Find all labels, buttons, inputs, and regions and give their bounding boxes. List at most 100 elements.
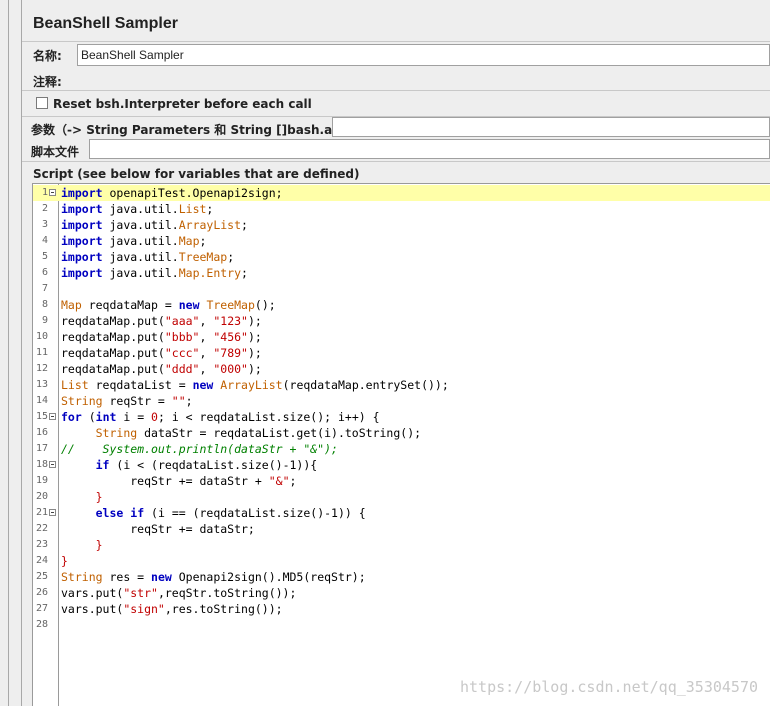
code-text: vars.put("str",reqStr.toString()); (61, 586, 297, 600)
code-line: 7 (33, 281, 770, 297)
line-number: 5 (41, 251, 48, 262)
code-text: import java.util.TreeMap; (61, 250, 235, 264)
code-text: String res = new Openapi2sign().MD5(reqS… (61, 570, 366, 584)
divider (22, 41, 770, 42)
code-line: 11 reqdataMap.put("ccc", "789"); (33, 345, 770, 361)
code-line: 2 import java.util.List; (33, 201, 770, 217)
script-label: Script (see below for variables that are… (33, 167, 360, 181)
code-line: 27 vars.put("sign",res.toString()); (33, 601, 770, 617)
code-line: 13 List reqdataList = new ArrayList(reqda… (33, 377, 770, 393)
code-text: String dataStr = reqdataList.get(i).toSt… (95, 426, 422, 440)
line-number: 25 (35, 571, 48, 582)
parameters-label: 参数（-> String Parameters 和 String []bash.… (31, 123, 366, 137)
line-number: 18 (35, 459, 48, 470)
code-line: 23 } (33, 537, 770, 553)
code-text: vars.put("sign",res.toString()); (61, 602, 283, 616)
line-number: 13 (35, 379, 48, 390)
line-number: 3 (41, 219, 48, 230)
line-number: 20 (35, 491, 48, 502)
code-text: import java.util.ArrayList; (61, 218, 248, 232)
line-number: 26 (35, 587, 48, 598)
name-field[interactable]: BeanShell Sampler (77, 44, 770, 66)
line-number: 17 (35, 443, 48, 454)
code-text: import java.util.Map; (61, 234, 207, 248)
line-number: 9 (41, 315, 48, 326)
code-text: for (int i = 0; i < reqdataList.size(); … (61, 410, 380, 424)
script-file-field[interactable] (89, 139, 770, 159)
beanshell-sampler-panel: BeanShell Sampler 名称: BeanShell Sampler … (22, 0, 770, 706)
fold-toggle-icon[interactable] (49, 413, 56, 420)
code-line: 17 // System.out.println(dataStr + "&"); (33, 441, 770, 457)
line-number: 24 (35, 555, 48, 566)
code-line: 22 reqStr += dataStr; (33, 521, 770, 537)
code-text: import java.util.List; (61, 202, 214, 216)
code-line: 16 String dataStr = reqdataList.get(i).t… (33, 425, 770, 441)
line-number: 1 (41, 187, 48, 198)
code-text: if (i < (reqdataList.size()-1)){ (95, 458, 318, 472)
comments-label: 注释: (33, 75, 62, 89)
code-line: 14 String reqStr = ""; (33, 393, 770, 409)
line-number: 27 (35, 603, 48, 614)
code-line: 12 reqdataMap.put("ddd", "000"); (33, 361, 770, 377)
divider (22, 161, 770, 162)
code-text: List reqdataList = new ArrayList(reqdata… (61, 378, 449, 392)
code-text: String reqStr = ""; (61, 394, 193, 408)
code-text: reqdataMap.put("ccc", "789"); (61, 346, 262, 360)
reset-interpreter-checkbox[interactable] (36, 97, 48, 109)
fold-toggle-icon[interactable] (49, 189, 56, 196)
code-text: Map reqdataMap = new TreeMap(); (61, 298, 276, 312)
code-line: 1 import openapiTest.Openapi2sign; (33, 185, 770, 201)
line-number: 19 (35, 475, 48, 486)
code-line: 4 import java.util.Map; (33, 233, 770, 249)
code-text: import openapiTest.Openapi2sign; (61, 186, 283, 200)
code-line: 6 import java.util.Map.Entry; (33, 265, 770, 281)
code-line: 18 if (i < (reqdataList.size()-1)){ (33, 457, 770, 473)
code-line: 10 reqdataMap.put("bbb", "456"); (33, 329, 770, 345)
code-text: // System.out.println(dataStr + "&"); (61, 442, 338, 456)
code-line: 26 vars.put("str",reqStr.toString()); (33, 585, 770, 601)
line-number: 6 (41, 267, 48, 278)
code-text: } (61, 490, 103, 504)
code-line: 28 (33, 617, 770, 633)
left-border (8, 0, 9, 706)
line-number: 4 (41, 235, 48, 246)
panel-title: BeanShell Sampler (33, 15, 178, 32)
watermark: https://blog.csdn.net/qq_35304570 (459, 678, 758, 696)
code-line: 5 import java.util.TreeMap; (33, 249, 770, 265)
line-number: 16 (35, 427, 48, 438)
reset-interpreter-label: Reset bsh.Interpreter before each call (53, 97, 312, 111)
line-number: 14 (35, 395, 48, 406)
code-line: 9 reqdataMap.put("aaa", "123"); (33, 313, 770, 329)
line-number: 23 (35, 539, 48, 550)
line-number: 11 (35, 347, 48, 358)
line-number: 15 (35, 411, 48, 422)
line-number: 10 (35, 331, 48, 342)
code-text: import java.util.Map.Entry; (61, 266, 248, 280)
code-text: reqdataMap.put("ddd", "000"); (61, 362, 262, 376)
line-number: 28 (35, 619, 48, 630)
fold-toggle-icon[interactable] (49, 509, 56, 516)
code-text: reqdataMap.put("aaa", "123"); (61, 314, 262, 328)
code-line: 25 String res = new Openapi2sign().MD5(re… (33, 569, 770, 585)
script-editor[interactable]: 1 import openapiTest.Openapi2sign; 2 import… (32, 183, 770, 706)
line-number: 8 (41, 299, 48, 310)
code-text: } (61, 554, 68, 568)
parameters-field[interactable] (332, 117, 770, 137)
fold-toggle-icon[interactable] (49, 461, 56, 468)
comments-field[interactable] (74, 70, 770, 90)
code-line: 21 else if (i == (reqdataList.size()-1))… (33, 505, 770, 521)
code-text: reqdataMap.put("bbb", "456"); (61, 330, 262, 344)
line-number: 21 (35, 507, 48, 518)
code-line: 19 reqStr += dataStr + "&"; (33, 473, 770, 489)
name-label: 名称: (33, 49, 62, 63)
code-text: reqStr += dataStr; (61, 522, 255, 536)
code-line: 3 import java.util.ArrayList; (33, 217, 770, 233)
line-number: 7 (41, 283, 48, 294)
code-text: } (61, 538, 103, 552)
code-line: 8 Map reqdataMap = new TreeMap(); (33, 297, 770, 313)
code-line: 15 for (int i = 0; i < reqdataList.size()… (33, 409, 770, 425)
divider (22, 90, 770, 91)
line-number: 2 (41, 203, 48, 214)
code-line: 24} (33, 553, 770, 569)
script-file-label: 脚本文件 (31, 145, 80, 159)
